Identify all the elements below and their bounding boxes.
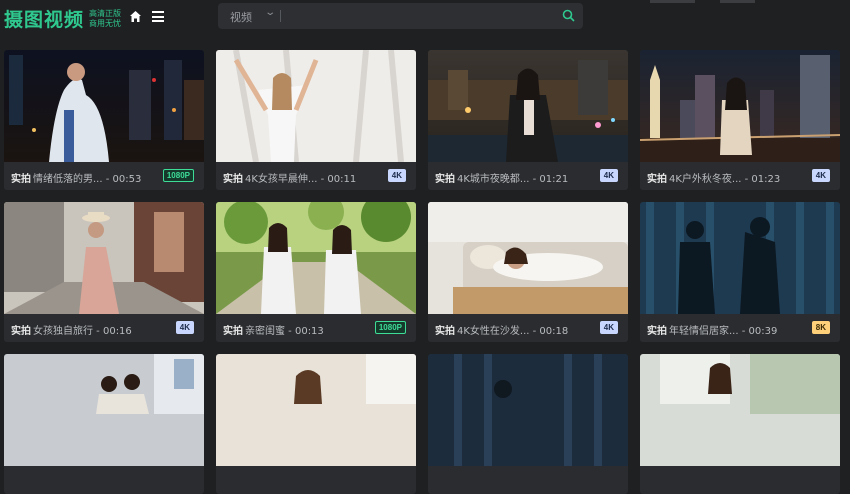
logo-slogan-line1: 高清正版 xyxy=(89,8,122,18)
type-tag: 实拍 xyxy=(647,326,667,337)
video-thumbnail[interactable] xyxy=(216,50,416,162)
card-meta: 实拍 女孩独自旅行 - 00:16 4K xyxy=(4,314,204,342)
video-thumbnail[interactable] xyxy=(428,202,628,314)
video-card[interactable]: 实拍 4K女性在沙发... - 00:18 4K xyxy=(428,202,628,342)
video-thumbnail[interactable] xyxy=(428,354,628,466)
search-icon[interactable] xyxy=(562,9,575,22)
video-thumbnail[interactable] xyxy=(4,354,204,466)
video-thumbnail[interactable] xyxy=(428,50,628,162)
home-icon[interactable] xyxy=(129,10,142,23)
resolution-badge: 4K xyxy=(599,169,618,182)
video-title[interactable]: 女孩独自旅行 - 00:16 xyxy=(33,322,161,337)
logo-slogan-line2: 商用无忧 xyxy=(89,18,122,28)
menu-icon[interactable] xyxy=(152,11,164,22)
type-tag: 实拍 xyxy=(11,174,31,185)
card-meta: 实拍 年轻情侣居家... - 00:39 8K xyxy=(640,314,840,342)
video-card[interactable] xyxy=(640,354,840,494)
card-meta: 实拍 4K户外秋冬夜... - 01:23 4K xyxy=(640,162,840,190)
video-card[interactable]: 实拍 4K户外秋冬夜... - 01:23 4K xyxy=(640,50,840,190)
video-title[interactable]: 年轻情侣居家... - 00:39 xyxy=(669,322,797,337)
video-card[interactable]: 实拍 4K城市夜晚都... - 01:21 4K xyxy=(428,50,628,190)
video-card[interactable]: 实拍 亲密闺蜜 - 00:13 1080P xyxy=(216,202,416,342)
video-title[interactable]: 情绪低落的男... - 00:53 xyxy=(33,170,161,185)
video-card[interactable] xyxy=(428,354,628,494)
video-thumbnail[interactable] xyxy=(640,354,840,466)
search-category-select[interactable]: 视频 xyxy=(230,9,252,25)
card-meta: 实拍 亲密闺蜜 - 00:13 1080P xyxy=(216,314,416,342)
card-meta: 实拍 4K女孩早晨伸... - 00:11 4K xyxy=(216,162,416,190)
type-tag: 实拍 xyxy=(435,326,455,337)
card-meta: 实拍 4K城市夜晚都... - 01:21 4K xyxy=(428,162,628,190)
type-tag: 实拍 xyxy=(435,174,455,185)
header-user-area[interactable] xyxy=(650,0,695,3)
video-card[interactable] xyxy=(4,354,204,494)
chevron-down-icon[interactable]: ⌄ xyxy=(264,7,276,18)
search-divider xyxy=(280,10,281,22)
resolution-badge: 8K xyxy=(811,321,830,334)
search-bar[interactable]: 视频 ⌄ xyxy=(218,3,583,29)
resolution-badge: 4K xyxy=(387,169,406,182)
video-card[interactable]: 实拍 情绪低落的男... - 00:53 1080P xyxy=(4,50,204,190)
video-title[interactable]: 4K女性在沙发... - 00:18 xyxy=(457,322,585,337)
video-title[interactable]: 4K城市夜晚都... - 01:21 xyxy=(457,170,585,185)
video-title[interactable]: 4K女孩早晨伸... - 00:11 xyxy=(245,170,373,185)
resolution-badge: 4K xyxy=(599,321,618,334)
resolution-badge: 4K xyxy=(811,169,830,182)
top-header: 摄图视频 高清正版 商用无忧 视频 ⌄ xyxy=(0,0,850,34)
video-card[interactable]: 实拍 女孩独自旅行 - 00:16 4K xyxy=(4,202,204,342)
video-title[interactable]: 亲密闺蜜 - 00:13 xyxy=(245,322,373,337)
type-tag: 实拍 xyxy=(647,174,667,185)
video-card[interactable]: 实拍 年轻情侣居家... - 00:39 8K xyxy=(640,202,840,342)
resolution-badge: 1080P xyxy=(162,169,194,182)
video-card[interactable]: 实拍 4K女孩早晨伸... - 00:11 4K xyxy=(216,50,416,190)
resolution-badge: 4K xyxy=(175,321,194,334)
type-tag: 实拍 xyxy=(11,326,31,337)
type-tag: 实拍 xyxy=(223,174,243,185)
video-thumbnail[interactable] xyxy=(4,202,204,314)
video-thumbnail[interactable] xyxy=(216,202,416,314)
type-tag: 实拍 xyxy=(223,326,243,337)
resolution-badge: 1080P xyxy=(374,321,406,334)
card-meta: 实拍 情绪低落的男... - 00:53 1080P xyxy=(4,162,204,190)
logo-text: 摄图视频 xyxy=(4,9,85,31)
video-thumbnail[interactable] xyxy=(640,202,840,314)
site-logo[interactable]: 摄图视频 高清正版 商用无忧 xyxy=(4,5,121,32)
video-title[interactable]: 4K户外秋冬夜... - 01:23 xyxy=(669,170,797,185)
header-action-area[interactable] xyxy=(720,0,755,3)
video-thumbnail[interactable] xyxy=(4,50,204,162)
card-meta: 实拍 4K女性在沙发... - 00:18 4K xyxy=(428,314,628,342)
video-card[interactable] xyxy=(216,354,416,494)
video-thumbnail[interactable] xyxy=(640,50,840,162)
video-thumbnail[interactable] xyxy=(216,354,416,466)
logo-slogan: 高清正版 商用无忧 xyxy=(89,9,121,29)
